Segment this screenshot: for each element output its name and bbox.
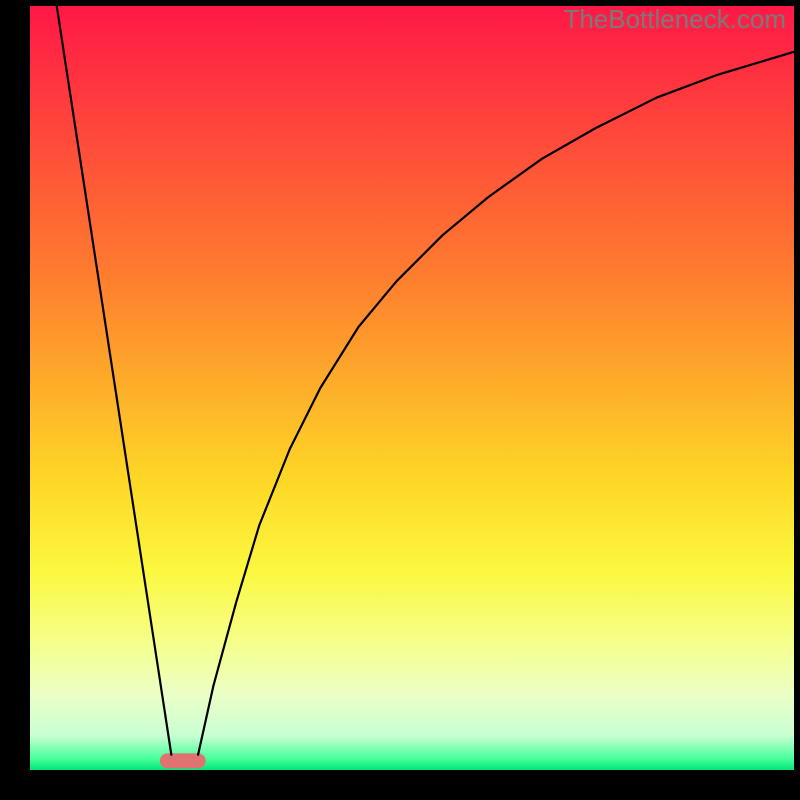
chart-background: [30, 6, 794, 770]
bottleneck-chart: [0, 0, 800, 800]
bottleneck-marker: [160, 753, 206, 768]
chart-container: TheBottleneck.com: [0, 0, 800, 800]
watermark-text: TheBottleneck.com: [563, 4, 786, 35]
